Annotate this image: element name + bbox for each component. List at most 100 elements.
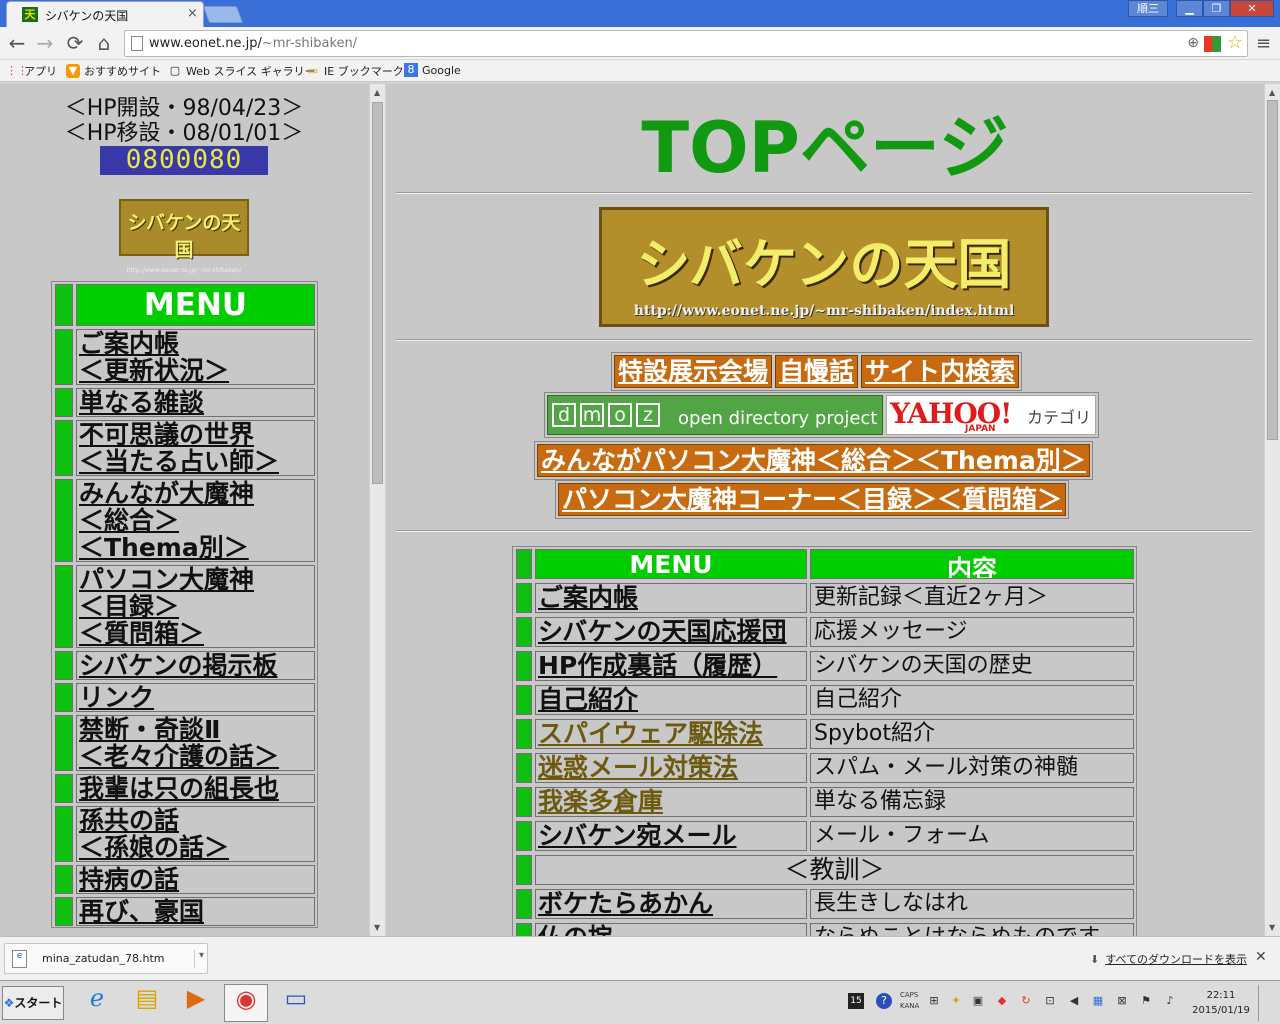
action-center-flag-icon[interactable]: ⚑	[1138, 993, 1154, 1009]
left-menu-item[interactable]: シバケンの掲示板	[52, 649, 317, 681]
moved-date: ＜HP移設・08/01/01＞	[64, 121, 304, 146]
left-menu-item[interactable]: リンク	[52, 681, 317, 713]
download-item[interactable]: e mina_zatudan_78.htm ▾	[4, 943, 208, 974]
table-row: スパイウェア駆除法 Spybot紹介	[513, 717, 1136, 751]
tray-device-icon[interactable]: ▦	[1090, 993, 1106, 1009]
left-menu-item[interactable]: 我輩は只の組長也	[52, 772, 317, 804]
minimize-button[interactable]: ▁	[1176, 0, 1203, 17]
left-menu-item[interactable]: みんなが大魔神 ＜総合＞ ＜Thema別＞	[52, 477, 317, 563]
chrome-menu-icon[interactable]: ≡	[1256, 33, 1271, 54]
table-row: シバケンの天国応援団 応援メッセージ	[513, 615, 1136, 649]
help-icon[interactable]: ?	[876, 993, 892, 1009]
left-menu-item[interactable]: 単なる雑談	[52, 386, 317, 418]
download-filename: mina_zatudan_78.htm	[42, 952, 165, 965]
remote-desktop-icon[interactable]: ▭	[274, 984, 318, 1022]
tab-close-icon[interactable]: ×	[187, 6, 198, 21]
close-window-button[interactable]: ✕	[1230, 0, 1274, 17]
menu-link[interactable]: 仏の掟	[535, 923, 807, 936]
home-icon[interactable]: ⌂	[93, 32, 115, 54]
menu-link[interactable]: シバケン宛メール	[535, 821, 807, 851]
link-minna-daimajin[interactable]: みんながパソコン大魔神＜総合＞＜Thema別＞	[537, 444, 1090, 477]
menu-link[interactable]: ご案内帳	[535, 583, 807, 613]
menu-link[interactable]: 我楽多倉庫	[535, 787, 807, 817]
scroll-thumb[interactable]	[1267, 100, 1278, 440]
left-menu-item[interactable]: パソコン大魔神 ＜目録＞ ＜質問箱＞	[52, 563, 317, 649]
left-menu-item[interactable]: 不可思議の世界 ＜当たる占い師＞	[52, 418, 317, 477]
menu-link[interactable]: ボケたらあかん	[535, 889, 807, 919]
download-bar-close-icon[interactable]: ✕	[1255, 949, 1267, 965]
row-marker	[516, 685, 532, 715]
link-site-search[interactable]: サイト内検索	[861, 355, 1020, 388]
menu-description: シバケンの天国の歴史	[810, 651, 1134, 681]
scroll-down-icon[interactable]: ▼	[1269, 923, 1275, 932]
left-frame-scrollbar[interactable]: ▲ ▼	[369, 84, 385, 936]
forward-arrow-icon[interactable]: →	[34, 32, 56, 54]
link-boast[interactable]: 自慢話	[775, 355, 859, 388]
notification-icon[interactable]: ✦	[948, 993, 964, 1009]
left-menu-item[interactable]: 禁断・奇談Ⅱ ＜老々介護の話＞	[52, 713, 317, 772]
bookmark-star-icon[interactable]: ☆	[1227, 32, 1243, 53]
media-player-icon[interactable]: ▶	[174, 984, 218, 1022]
tray-app-icon[interactable]: 15	[848, 993, 864, 1009]
link-pasokon-daimajin[interactable]: パソコン大魔神コーナー＜目録＞＜質問箱＞	[558, 483, 1067, 516]
menu-link[interactable]: 迷惑メール対策法	[535, 753, 807, 783]
menu-link[interactable]: シバケンの天国応援団	[535, 617, 807, 647]
internet-explorer-icon[interactable]: ℯ	[75, 984, 119, 1022]
system-clock[interactable]: 22:11 2015/01/19	[1188, 988, 1254, 1018]
left-menu-item[interactable]: 再び、豪国	[52, 895, 317, 927]
bookmark-recommended[interactable]: ▼ おすすめサイト	[66, 63, 161, 79]
bookmark-google[interactable]: 8 Google	[404, 63, 461, 77]
left-menu-item[interactable]: ご案内帳 ＜更新状況＞	[52, 327, 317, 386]
tray-window-icon[interactable]: ▣	[970, 993, 986, 1009]
show-desktop-button[interactable]	[1258, 985, 1276, 1021]
menu-description: ならぬことはならぬものです	[810, 923, 1134, 936]
dmoz-banner[interactable]: d m o z open directory project	[547, 395, 883, 435]
download-bar: e mina_zatudan_78.htm ▾ すべてのダウンロードを表示 ✕	[0, 936, 1280, 980]
access-counter: 0800080	[100, 146, 268, 175]
show-all-downloads-link[interactable]: すべてのダウンロードを表示	[1090, 951, 1247, 967]
tray-speaker-icon[interactable]: ♪	[1162, 993, 1178, 1009]
yahoo-japan-banner[interactable]: YAHOO! JAPAN カテゴリ	[886, 395, 1096, 435]
user-profile-button[interactable]: 順三	[1128, 0, 1168, 17]
start-button[interactable]: ❖スタート	[2, 986, 64, 1020]
reload-icon[interactable]: ⟳	[64, 32, 86, 54]
bookmark-apps[interactable]: ⋮⋮ アプリ	[6, 63, 57, 79]
new-tab-button[interactable]	[202, 6, 244, 23]
scroll-up-icon[interactable]: ▲	[374, 88, 380, 97]
bookmark-ie-folder[interactable]: ▭ IE ブックマーク	[306, 63, 404, 79]
menu-link[interactable]: スパイウェア駆除法	[535, 719, 807, 749]
browser-tab[interactable]: 天 シバケンの天国 ×	[6, 1, 204, 27]
address-bar[interactable]: www.eonet.ne.jp/~mr-shibaken/ ⊕ ☆	[124, 30, 1248, 57]
back-arrow-icon[interactable]: ←	[6, 32, 28, 54]
chrome-taskbar-icon[interactable]: ◉	[224, 984, 268, 1022]
ime-icon[interactable]: ⊞	[926, 993, 942, 1009]
scroll-down-icon[interactable]: ▼	[374, 923, 380, 932]
tray-security-icon[interactable]: ⊠	[1114, 993, 1130, 1009]
menu-description: メール・フォーム	[810, 821, 1134, 851]
link-special-exhibit[interactable]: 特設展示会場	[614, 355, 773, 388]
left-menu-item[interactable]: 孫共の話 ＜孫娘の話＞	[52, 804, 317, 863]
left-frame: ＜HP開設・98/04/23＞ ＜HP移設・08/01/01＞ 0800080 …	[0, 84, 385, 936]
site-dates: ＜HP開設・98/04/23＞ ＜HP移設・08/01/01＞	[0, 96, 368, 146]
left-menu-item[interactable]: 持病の話	[52, 863, 317, 895]
page-icon	[131, 36, 143, 51]
scroll-up-icon[interactable]: ▲	[1269, 88, 1275, 97]
file-explorer-icon[interactable]: ▤	[125, 984, 169, 1022]
bookmark-web-slice[interactable]: ▢ Web スライス ギャラリー	[168, 63, 316, 79]
maximize-button[interactable]: ❐	[1203, 0, 1230, 17]
menu-link[interactable]: 自己紹介	[535, 685, 807, 715]
zoom-icon[interactable]: ⊕	[1187, 35, 1199, 51]
site-logo-small[interactable]: シバケンの天国 http://www.eonet.ne.jp/~mr-shiba…	[119, 199, 249, 274]
tray-shield-icon[interactable]: ◆	[994, 993, 1010, 1009]
extension-icon[interactable]	[1204, 36, 1221, 52]
menu-link[interactable]: HP作成裏話（履歴）	[535, 651, 807, 681]
download-menu-icon[interactable]: ▾	[193, 950, 204, 968]
tab-strip: 天 シバケンの天国 × 順三 ▁ ❐ ✕	[0, 0, 1280, 27]
browser-toolbar: ← → ⟳ ⌂ www.eonet.ne.jp/~mr-shibaken/ ⊕ …	[0, 27, 1280, 60]
scroll-thumb[interactable]	[372, 102, 383, 484]
volume-icon[interactable]: ◀	[1066, 993, 1082, 1009]
tray-network-icon[interactable]: ⊡	[1042, 993, 1058, 1009]
tray-sync-icon[interactable]: ↻	[1018, 993, 1034, 1009]
main-frame-scrollbar[interactable]: ▲ ▼	[1264, 84, 1280, 936]
tab-title: シバケンの天国	[45, 9, 129, 23]
